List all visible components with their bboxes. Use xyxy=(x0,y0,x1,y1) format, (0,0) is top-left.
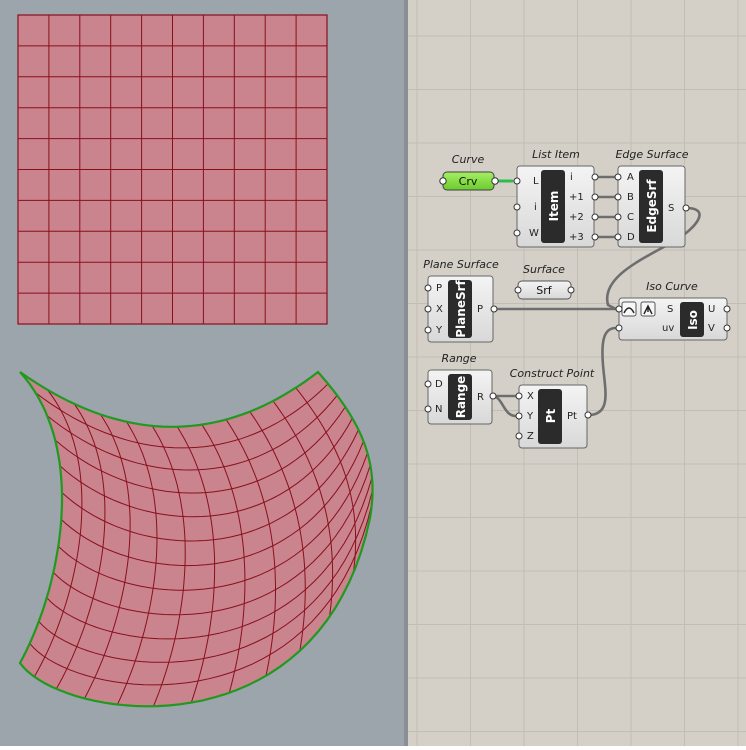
surface-input-grip[interactable] xyxy=(514,286,522,294)
construct-point-grip-y[interactable] xyxy=(515,412,523,420)
edge-surface-in-a: A xyxy=(627,172,634,183)
list-item-label: Item xyxy=(547,191,561,222)
iso-curve-toggle-1[interactable] xyxy=(621,301,637,317)
iso-curve-out-v: V xyxy=(708,323,715,334)
curve-input-grip[interactable] xyxy=(439,177,447,185)
list-item-grip-out-1[interactable] xyxy=(591,193,599,201)
iso-curve-grip-u[interactable] xyxy=(723,305,731,313)
list-item-grip-w[interactable] xyxy=(513,229,521,237)
plane-surface-grip-x[interactable] xyxy=(424,305,432,313)
iso-curve-in-uv: uv xyxy=(662,323,674,334)
canvas-svg: Curve Crv List Item Item L i W i +1 +2 +… xyxy=(408,0,746,746)
construct-point-in-x: X xyxy=(527,391,534,402)
construct-point-in-z: Z xyxy=(527,431,534,442)
viewport-svg xyxy=(0,0,404,746)
iso-curve-grip-uv[interactable] xyxy=(615,324,623,332)
edge-surface-grip-c[interactable] xyxy=(614,213,622,221)
range-label: Range xyxy=(454,376,468,419)
iso-curve-in-s: S xyxy=(667,304,673,315)
iso-curve-label: Iso xyxy=(686,310,700,330)
construct-point-component[interactable]: Construct Point Pt X Y Z Pt xyxy=(510,367,595,449)
list-item-out-3: +3 xyxy=(569,232,584,243)
iso-curve-grip-s[interactable] xyxy=(615,305,623,313)
construct-point-title: Construct Point xyxy=(510,367,595,380)
plane-surface-in-p: P xyxy=(436,283,442,294)
iso-curve-title: Iso Curve xyxy=(646,280,698,293)
plane-surface-grip-y[interactable] xyxy=(424,326,432,334)
range-in-n: N xyxy=(435,404,442,415)
plane-surface-out-p: P xyxy=(477,304,483,315)
curve-label: Crv xyxy=(459,175,478,188)
construct-point-label: Pt xyxy=(544,408,558,423)
construct-point-grip-x[interactable] xyxy=(515,392,523,400)
surface-output-grip[interactable] xyxy=(567,286,575,294)
range-in-d: D xyxy=(435,379,443,390)
edge-surface-title: Edge Surface xyxy=(615,148,688,161)
edge-surface-grip-b[interactable] xyxy=(614,193,622,201)
list-item-in-l: L xyxy=(533,176,539,187)
list-item-in-i: i xyxy=(534,202,537,213)
construct-point-out-pt: Pt xyxy=(567,411,577,422)
list-item-title: List Item xyxy=(532,148,580,161)
list-item-grip-out-2[interactable] xyxy=(591,213,599,221)
range-grip-r[interactable] xyxy=(489,392,497,400)
list-item-out-2: +2 xyxy=(569,212,584,223)
list-item-grip-out-3[interactable] xyxy=(591,233,599,241)
plane-surface-in-y: Y xyxy=(435,325,443,336)
iso-curve-grip-v[interactable] xyxy=(723,324,731,332)
edge-surface-out-s: S xyxy=(668,203,674,214)
edge-surface-grip-d[interactable] xyxy=(614,233,622,241)
edge-surface-grip-s[interactable] xyxy=(682,204,690,212)
edge-surface-in-d: D xyxy=(627,232,635,243)
list-item-out-1: +1 xyxy=(569,192,584,203)
plane-surface-grip-p[interactable] xyxy=(424,284,432,292)
rhino-viewport[interactable] xyxy=(0,0,404,746)
plane-surface-grip-out[interactable] xyxy=(490,305,498,313)
plane-surface-preview[interactable] xyxy=(17,14,328,325)
edge-surface-in-c: C xyxy=(627,212,634,223)
grasshopper-canvas[interactable]: Curve Crv List Item Item L i W i +1 +2 +… xyxy=(408,0,746,746)
curve-output-grip[interactable] xyxy=(491,177,499,185)
range-grip-n[interactable] xyxy=(424,405,432,413)
edge-surface-label: EdgeSrf xyxy=(645,179,659,233)
plane-surface-component[interactable]: Plane Surface PlaneSrf P X Y P xyxy=(423,258,499,343)
list-item-in-w: W xyxy=(529,228,539,239)
list-item-out-i: i xyxy=(570,172,573,183)
curve-title: Curve xyxy=(452,153,485,166)
iso-curve-out-u: U xyxy=(708,304,715,315)
range-grip-d[interactable] xyxy=(424,380,432,388)
list-item-grip-i[interactable] xyxy=(513,203,521,211)
plane-surface-in-x: X xyxy=(436,304,443,315)
range-out-r: R xyxy=(477,392,484,403)
plane-surface-label: PlaneSrf xyxy=(454,279,468,337)
construct-point-grip-pt[interactable] xyxy=(584,411,592,419)
edge-surface-grip-a[interactable] xyxy=(614,173,622,181)
plane-surface-title: Plane Surface xyxy=(423,258,499,271)
surface-label: Srf xyxy=(536,284,553,297)
construct-point-grip-z[interactable] xyxy=(515,432,523,440)
surface-title: Surface xyxy=(523,263,565,276)
range-title: Range xyxy=(441,352,476,365)
list-item-grip-out-i[interactable] xyxy=(591,173,599,181)
construct-point-in-y: Y xyxy=(526,411,534,422)
edge-surface-in-b: B xyxy=(627,192,634,203)
list-item-grip-l[interactable] xyxy=(513,177,521,185)
